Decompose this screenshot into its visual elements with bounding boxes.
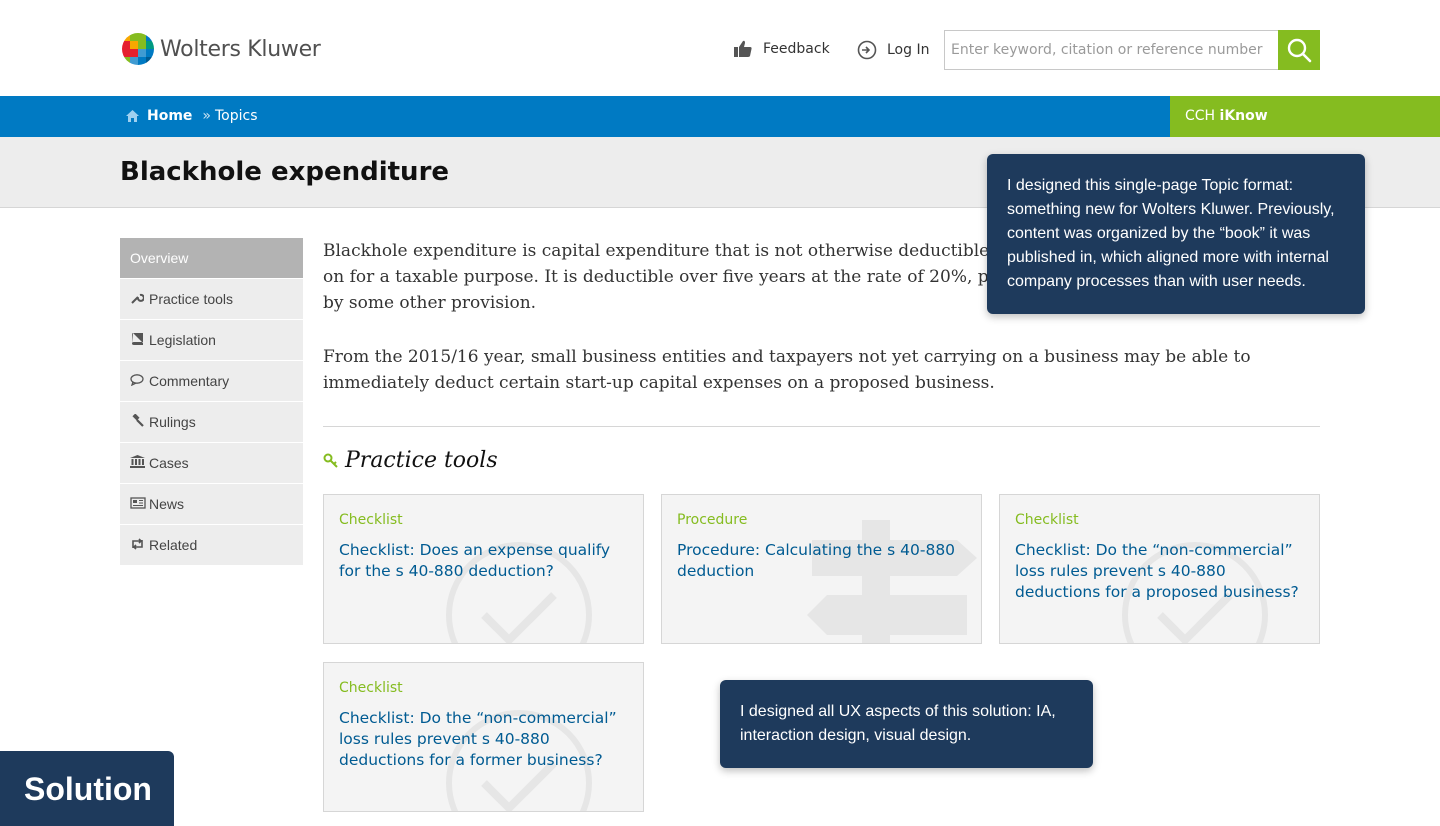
wrench-icon	[130, 291, 145, 307]
login-label: Log In	[887, 42, 930, 58]
practice-tool-card[interactable]: Checklist Checklist: Does an expense qua…	[323, 494, 644, 644]
feedback-link[interactable]: Feedback	[733, 40, 830, 58]
logo-mark-icon	[122, 33, 154, 65]
sidebar-item-related[interactable]: Related	[120, 525, 303, 566]
login-icon	[857, 40, 877, 60]
sidebar-item-cases[interactable]: Cases	[120, 443, 303, 484]
gavel-icon	[130, 413, 144, 430]
practice-tools-heading: Practice tools	[323, 448, 498, 473]
practice-tool-card[interactable]: Procedure Procedure: Calculating the s 4…	[661, 494, 982, 644]
card-type: Checklist	[339, 512, 403, 528]
breadcrumb-separator: »	[202, 108, 211, 124]
ux-aspects-callout: I designed all UX aspects of this soluti…	[720, 680, 1093, 768]
paragraph-line: From the 2015/16 year, small business en…	[323, 347, 1251, 367]
page-title: Blackhole expenditure	[120, 157, 450, 187]
paragraph-line: Blackhole expenditure is capital expendi…	[323, 241, 990, 261]
retweet-icon	[130, 537, 144, 553]
sidebar-item-overview[interactable]: Overview	[120, 238, 303, 279]
sidebar-item-legislation[interactable]: Legislation	[120, 320, 303, 361]
card-type: Checklist	[1015, 512, 1079, 528]
logo-text: Wolters Kluwer	[160, 36, 321, 62]
sidebar-item-news[interactable]: News	[120, 484, 303, 525]
callout-text: I designed all UX aspects of this soluti…	[740, 703, 1056, 744]
breadcrumb-home[interactable]: Home	[147, 108, 192, 124]
section-title: Practice tools	[345, 448, 498, 473]
topic-format-callout: I designed this single-page Topic format…	[987, 154, 1365, 314]
sidebar-item-label: Overview	[130, 250, 189, 266]
card-title-link[interactable]: Procedure: Calculating the s 40-880 dedu…	[677, 540, 966, 582]
wolters-kluwer-logo[interactable]: Wolters Kluwer	[122, 33, 321, 65]
paragraph-line: on for a taxable purpose. It is deductib…	[323, 267, 989, 287]
section-divider	[323, 426, 1320, 427]
topic-sidebar: Overview Practice tools Legislation Comm…	[120, 238, 303, 566]
search-button[interactable]	[1278, 30, 1320, 70]
sidebar-item-label: News	[149, 496, 185, 512]
sidebar-item-label: Cases	[149, 455, 189, 471]
site-header: Wolters Kluwer Feedback Log In	[0, 0, 1440, 96]
thumbs-up-icon	[734, 40, 752, 57]
callout-text: I designed this single-page Topic format…	[1007, 177, 1335, 290]
paragraph-line: by some other provision.	[323, 293, 537, 313]
courthouse-icon	[130, 455, 145, 471]
sidebar-item-label: Commentary	[149, 373, 230, 389]
practice-tool-card[interactable]: Checklist Checklist: Do the “non-commerc…	[323, 662, 644, 812]
key-icon	[323, 453, 338, 468]
practice-tool-card[interactable]: Checklist Checklist: Do the “non-commerc…	[999, 494, 1320, 644]
iknow-prefix: CCH	[1185, 108, 1216, 124]
search-box	[944, 30, 1320, 70]
breadcrumb-topics[interactable]: Topics	[215, 108, 258, 124]
search-icon	[1287, 38, 1312, 63]
sidebar-item-rulings[interactable]: Rulings	[120, 402, 303, 443]
login-link[interactable]: Log In	[857, 40, 929, 60]
home-icon	[126, 110, 139, 122]
solution-label: Solution	[0, 751, 174, 826]
sidebar-item-label: Practice tools	[149, 291, 234, 307]
cch-iknow-link[interactable]: CCH iKnow	[1170, 96, 1440, 137]
sidebar-item-label: Related	[149, 537, 198, 553]
paragraph-line: immediately deduct certain start-up capi…	[323, 373, 995, 393]
sidebar-item-label: Rulings	[149, 414, 196, 430]
card-title-link[interactable]: Checklist: Do the “non-commercial” loss …	[1015, 540, 1304, 603]
card-title-link[interactable]: Checklist: Does an expense qualify for t…	[339, 540, 628, 582]
sidebar-item-practice-tools[interactable]: Practice tools	[120, 279, 303, 320]
card-type: Checklist	[339, 680, 403, 696]
card-title-link[interactable]: Checklist: Do the “non-commercial” loss …	[339, 708, 628, 771]
search-input[interactable]	[945, 31, 1278, 69]
feedback-label: Feedback	[763, 41, 830, 57]
book-icon	[130, 332, 144, 348]
speech-bubble-icon	[130, 373, 144, 389]
sidebar-item-commentary[interactable]: Commentary	[120, 361, 303, 402]
iknow-name: iKnow	[1219, 108, 1268, 124]
overview-paragraph-2: From the 2015/16 year, small business en…	[323, 344, 1320, 396]
breadcrumb: Home » Topics	[126, 108, 258, 124]
newspaper-icon	[130, 496, 146, 512]
sidebar-item-label: Legislation	[149, 332, 216, 348]
signpost-icon	[807, 520, 977, 643]
